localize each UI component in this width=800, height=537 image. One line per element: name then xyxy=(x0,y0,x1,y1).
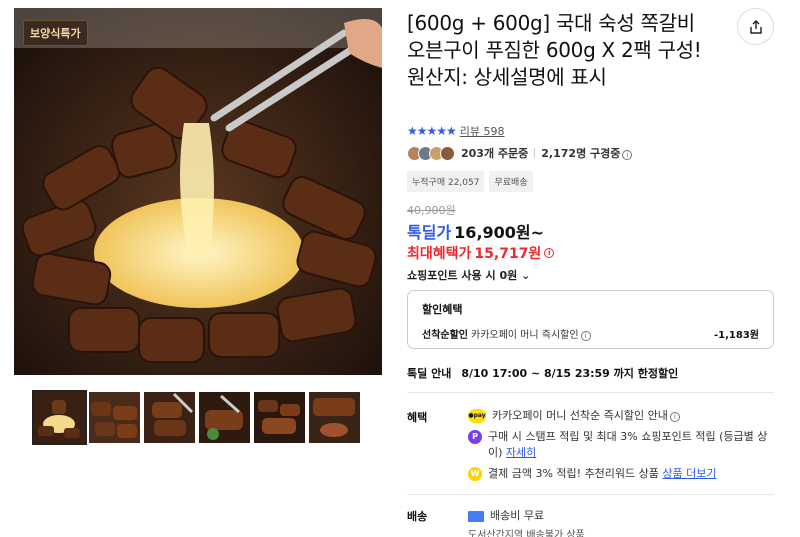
benefit-item: W 결제 금액 3% 적립! 추천리워드 상품 상품 더보기 xyxy=(468,466,778,482)
buyer-avatars xyxy=(407,145,455,161)
details-link[interactable]: 자세히 xyxy=(506,446,536,459)
review-count-link[interactable]: 리뷰 598 xyxy=(460,123,505,139)
max-benefit-label: 최대혜택가 xyxy=(407,246,472,262)
share-button[interactable] xyxy=(737,8,774,45)
star-rating-icon: ★★★★★ xyxy=(407,124,457,138)
shipping-fee: 배송비 무료 xyxy=(490,509,545,522)
thumbnail-4[interactable] xyxy=(199,392,250,443)
share-icon xyxy=(749,19,762,34)
divider xyxy=(534,148,536,158)
info-icon[interactable]: i xyxy=(669,412,680,422)
product-title: [600g + 600g] 국대 숙성 쪽갈비 오븐구이 푸짐한 600g X … xyxy=(407,11,702,89)
thumbnail-6[interactable] xyxy=(309,392,360,443)
benefit-item: P 구매 시 스탬프 적립 및 최대 3% 쇼핑포인트 적립 (등급별 상이) … xyxy=(468,429,778,461)
product-main-image[interactable]: 보양식특가 xyxy=(14,8,382,375)
product-chips: 누적구매 22,057 무료배송 xyxy=(407,171,533,192)
benefit-box-title: 할인혜택 xyxy=(422,303,463,316)
special-deal-badge: 보양식특가 xyxy=(23,20,88,46)
discount-benefit-box: 할인혜택 선착순할인 카카오페이 머니 즉시할인 i -1,183원 xyxy=(407,290,774,349)
shipping-info: 배송비 무료 도서산간지역 배송불가 상품 xyxy=(468,508,778,537)
reward-icon: W xyxy=(468,467,482,481)
free-shipping-chip: 무료배송 xyxy=(489,171,533,192)
viewers-count: 2,172명 구경중 i xyxy=(541,145,633,161)
info-icon[interactable]: i xyxy=(622,150,633,160)
benefit-text: 카카오페이 머니 선착순 즉시할인 안내 xyxy=(492,409,668,422)
divider xyxy=(407,494,774,495)
cumulative-purchase-chip: 누적구매 22,057 xyxy=(407,171,485,192)
order-status-row: 203개 주문중 2,172명 구경중 i xyxy=(407,145,633,161)
shipping-fee-row: 배송비 무료 xyxy=(468,508,778,524)
benefit-item: ●pay 카카오페이 머니 선착순 즉시할인 안내 i xyxy=(468,408,778,424)
deal-notice: 톡딜 안내 8/10 17:00 ~ 8/15 23:59 까지 한정할인 xyxy=(407,365,678,381)
thumbnail-2[interactable] xyxy=(89,392,140,443)
thumbnail-strip xyxy=(32,390,360,445)
deal-price-value: 16,900원~ xyxy=(454,223,545,242)
deal-price-row: 톡딜가 16,900원~ xyxy=(407,219,544,243)
info-icon[interactable]: i xyxy=(544,248,555,258)
chevron-down-icon: ⌄ xyxy=(521,269,531,282)
deal-price-label: 톡딜가 xyxy=(407,223,452,242)
max-benefit-price-row: 최대혜택가 15,717원 i xyxy=(407,243,555,263)
rating-row: ★★★★★ 리뷰 598 xyxy=(407,123,505,139)
first-come-discount-label: 선착순할인 xyxy=(422,330,468,341)
points-label: 쇼핑포인트 사용 시 xyxy=(407,269,496,282)
discount-amount: -1,183원 xyxy=(714,330,759,341)
points-value: 0원 xyxy=(499,269,518,282)
shipping-restriction: 도서산간지역 배송불가 상품 xyxy=(468,530,585,537)
avatar xyxy=(440,145,455,161)
kakaopay-discount-text: 카카오페이 머니 즉시할인 xyxy=(471,330,579,341)
benefit-row: 선착순할인 카카오페이 머니 즉시할인 i -1,183원 xyxy=(422,326,759,341)
original-price: 40,900원 xyxy=(407,204,456,217)
orders-count: 203개 주문중 xyxy=(461,147,529,160)
shopping-points-toggle[interactable]: 쇼핑포인트 사용 시 0원 ⌄ xyxy=(407,267,530,283)
benefits-section-label: 혜택 xyxy=(407,411,428,424)
food-illustration xyxy=(14,8,382,375)
truck-icon xyxy=(468,510,484,522)
info-icon[interactable]: i xyxy=(580,331,591,341)
shipping-section-label: 배송 xyxy=(407,510,428,523)
point-icon: P xyxy=(468,430,482,444)
thumbnail-1[interactable] xyxy=(32,390,87,445)
max-benefit-value: 15,717원 xyxy=(474,246,542,262)
benefits-list: ●pay 카카오페이 머니 선착순 즉시할인 안내 i P 구매 시 스탬프 적립… xyxy=(468,408,778,487)
benefit-text: 결제 금액 3% 적립! 추천리워드 상품 xyxy=(488,467,659,480)
kakaopay-icon: ●pay xyxy=(468,409,486,423)
deal-notice-label: 톡딜 안내 xyxy=(407,367,452,380)
more-products-link[interactable]: 상품 더보기 xyxy=(662,467,716,480)
thumbnail-3[interactable] xyxy=(144,392,195,443)
thumbnail-5[interactable] xyxy=(254,392,305,443)
deal-notice-period: 8/10 17:00 ~ 8/15 23:59 까지 한정할인 xyxy=(461,367,679,380)
divider xyxy=(407,392,774,393)
